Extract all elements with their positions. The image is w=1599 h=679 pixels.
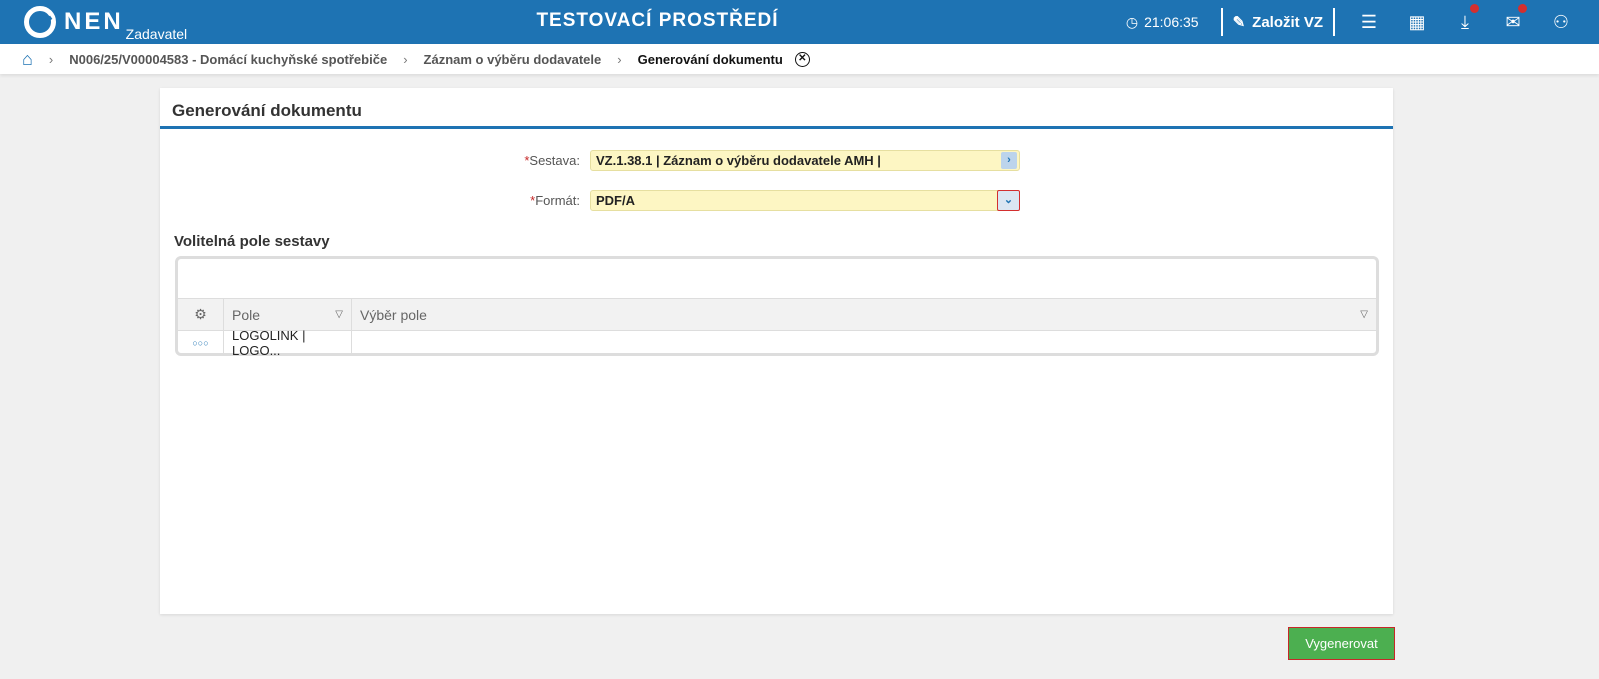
chevron-right-icon: › (48, 51, 54, 67)
cell-pole: LOGOLINK | LOGO... (224, 328, 352, 358)
divider (1333, 8, 1335, 36)
row-actions-icon[interactable]: ○○○ (178, 331, 224, 355)
calendar-icon[interactable]: ▦ (1393, 12, 1441, 33)
section-title: Volitelná pole sestavy (174, 233, 330, 250)
mail-icon[interactable]: ✉ (1489, 3, 1537, 33)
column-label: Pole (232, 306, 261, 323)
user-icon[interactable]: ⚇ (1537, 12, 1585, 33)
environment-title: TESTOVACÍ PROSTŘEDÍ (536, 10, 779, 31)
column-pole[interactable]: Pole ▽ (224, 299, 352, 330)
breadcrumb-item[interactable]: N006/25/V00004583 - Domácí kuchyňské spo… (69, 52, 387, 67)
breadcrumb-current: Generování dokumentu (637, 51, 783, 67)
field-value: VZ.1.38.1 | Záznam o výběru dodavatele A… (596, 153, 881, 168)
session-clock: ◷ 21:06:35 (1126, 14, 1199, 31)
sestava-row: *Sestava: VZ.1.38.1 | Záznam o výběru do… (160, 150, 1020, 171)
home-icon[interactable]: ⌂ (22, 49, 33, 70)
edit-icon: ✎ (1232, 14, 1246, 31)
column-label: Výběr pole (360, 306, 427, 323)
label-text: Sestava: (529, 153, 580, 168)
close-icon[interactable]: ✕ (794, 51, 810, 67)
breadcrumb-item[interactable]: Záznam o výběru dodavatele (424, 52, 602, 67)
label-text: Formát: (535, 193, 580, 208)
format-row: *Formát: PDF/A ⌄ (160, 190, 1020, 211)
generate-button[interactable]: Vygenerovat (1288, 627, 1395, 660)
breadcrumb: ⌂ › N006/25/V00004583 - Domácí kuchyňské… (0, 44, 1599, 74)
top-bar: NEN Zadavatel TESTOVACÍ PROSTŘEDÍ ◷ 21:06… (0, 0, 1599, 44)
filter-icon[interactable]: ▽ (335, 309, 343, 320)
chevron-down-icon[interactable]: ⌄ (997, 190, 1020, 211)
divider (1220, 8, 1223, 36)
filter-icon[interactable]: ▽ (1360, 309, 1368, 320)
notification-dot (1518, 3, 1527, 13)
notification-dot (1470, 3, 1479, 13)
create-label: Založit VZ (1252, 13, 1323, 31)
grid-header: ⚙ Pole ▽ Výběr pole ▽ (178, 298, 1376, 331)
download-icon[interactable]: ⤓ (1441, 3, 1489, 33)
column-vyber-pole[interactable]: Výběr pole ▽ (352, 299, 1376, 330)
generate-document-panel: Generování dokumentu *Sestava: VZ.1.38.1… (160, 88, 1393, 614)
clock-icon: ◷ (1125, 13, 1139, 30)
format-select[interactable]: PDF/A ⌄ (590, 190, 1020, 211)
table-row[interactable]: ○○○ LOGOLINK | LOGO... (178, 328, 1376, 358)
chevron-right-icon[interactable]: › (1001, 152, 1017, 169)
column-settings-icon[interactable]: ⚙ (178, 299, 224, 330)
chevron-right-icon: › (617, 51, 622, 67)
create-vz-button[interactable]: ✎ Založit VZ (1232, 13, 1323, 32)
sestava-label: *Sestava: (524, 153, 580, 168)
menu-icon[interactable]: ☰ (1345, 12, 1393, 33)
cell-vyber[interactable] (352, 331, 1376, 355)
format-label: *Formát: (530, 193, 580, 208)
sestava-field[interactable]: VZ.1.38.1 | Záznam o výběru dodavatele A… (590, 150, 1020, 171)
panel-title: Generování dokumentu (160, 88, 1393, 129)
time-text: 21:06:35 (1144, 14, 1199, 30)
chevron-right-icon: › (403, 51, 408, 67)
optional-fields-grid: ⚙ Pole ▽ Výběr pole ▽ ○○○ LOGOLINK | LOGO.… (175, 256, 1379, 358)
field-value: PDF/A (596, 193, 635, 208)
